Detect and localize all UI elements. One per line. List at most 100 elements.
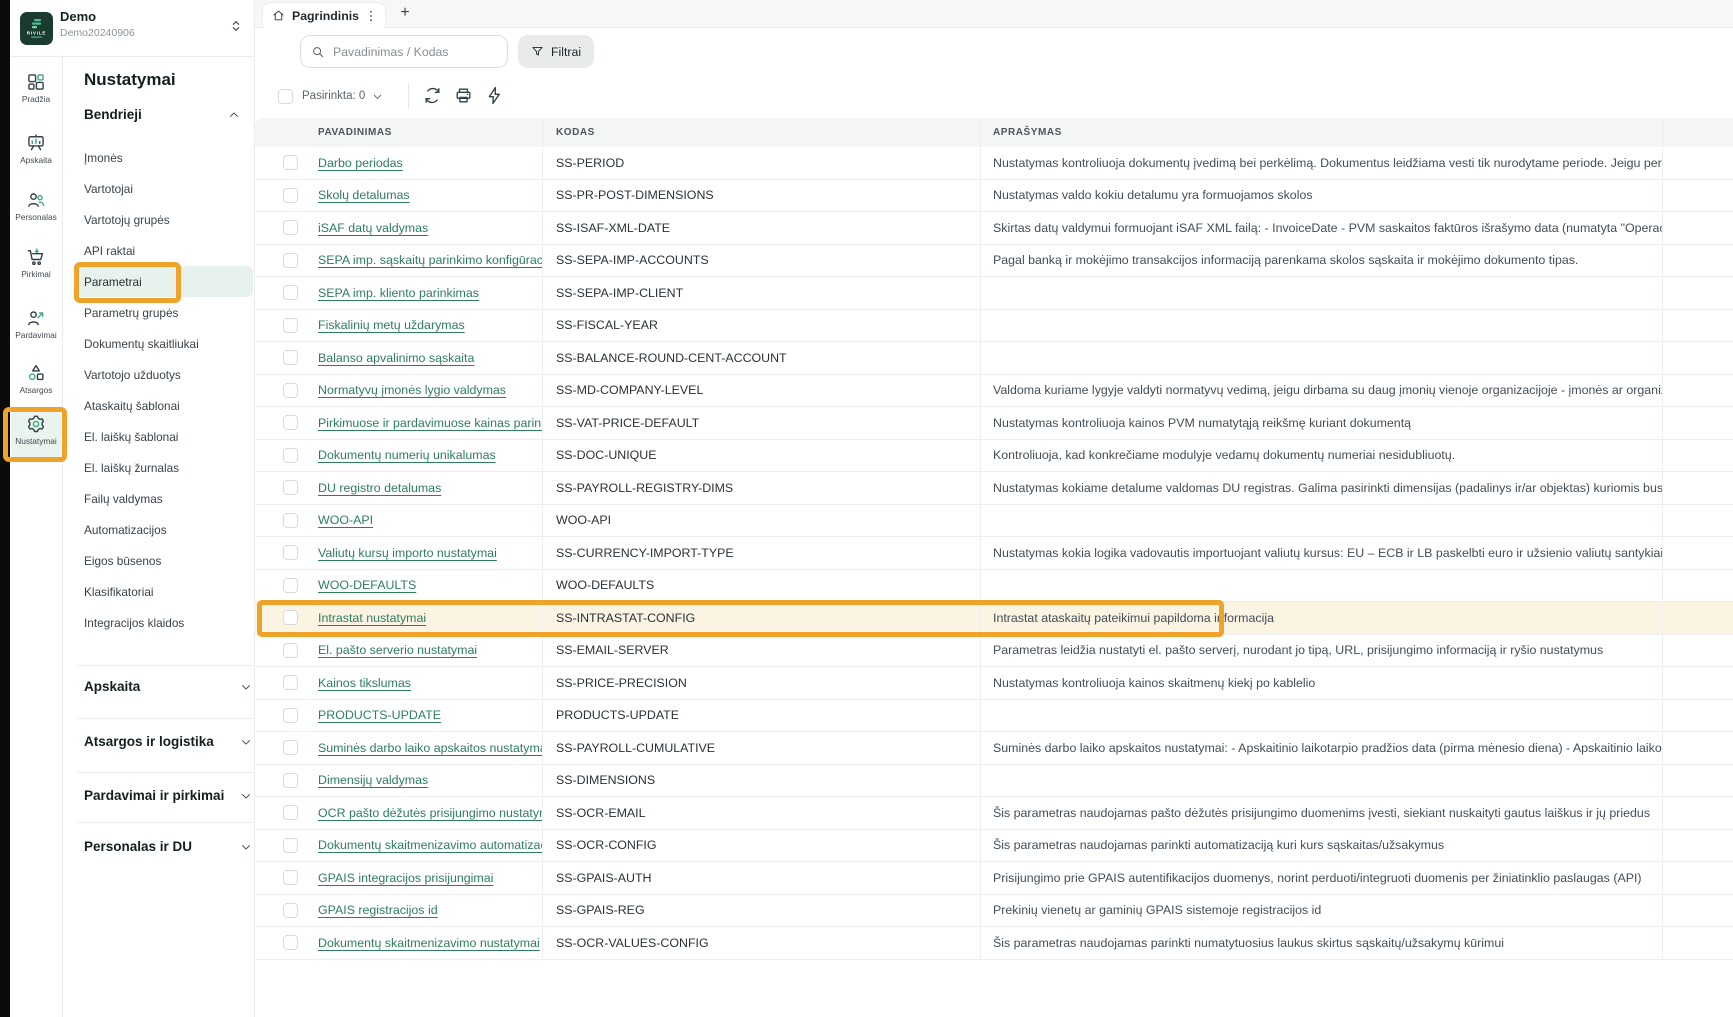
row-checkbox[interactable] — [283, 870, 298, 885]
search-input[interactable] — [333, 45, 497, 59]
sidebar-item-klasifikatoriai[interactable]: Klasifikatoriai — [77, 576, 253, 607]
row-checkbox[interactable] — [283, 220, 298, 235]
parameter-link[interactable]: Suminės darbo laiko apskaitos nustatymai — [318, 741, 542, 755]
sidebar-item-eigos-būsenos[interactable]: Eigos būsenos — [77, 545, 253, 576]
row-checkbox[interactable] — [283, 253, 298, 268]
sidebar-item-vartotojų-grupės[interactable]: Vartotojų grupės — [77, 204, 253, 235]
new-tab-button[interactable]: + — [397, 6, 413, 22]
refresh-button[interactable] — [423, 86, 442, 105]
rail-item-nustatymai[interactable]: Nustatymai — [11, 410, 61, 460]
sidebar-item-api-raktai[interactable]: API raktai — [77, 235, 253, 266]
selected-count-dropdown[interactable]: Pasirinkta: 0 — [302, 85, 384, 107]
row-checkbox[interactable] — [283, 643, 298, 658]
tab-pagrindinis[interactable]: Pagrindinis — [262, 2, 386, 28]
tab-menu-icon[interactable] — [366, 9, 376, 23]
parameter-link[interactable]: Normatyvų įmonės lygio valdymas — [318, 383, 506, 397]
parameter-link[interactable]: Skolų detalumas — [318, 188, 410, 202]
row-checkbox[interactable] — [283, 773, 298, 788]
parameter-link[interactable]: iSAF datų valdymas — [318, 221, 428, 235]
sidebar-section-apskaita[interactable]: Apskaita — [84, 679, 253, 694]
sidebar-item-el-laiškų-šablonai[interactable]: El. laiškų šablonai — [77, 421, 253, 452]
parameter-link[interactable]: PRODUCTS-UPDATE — [318, 708, 441, 722]
row-checkbox[interactable] — [283, 708, 298, 723]
parameter-link[interactable]: Intrastat nustatymai — [318, 611, 426, 625]
parameter-link[interactable]: Dimensijų valdymas — [318, 773, 428, 787]
parameter-link[interactable]: GPAIS registracijos id — [318, 903, 438, 917]
rail-item-atsargos[interactable]: Atsargos — [11, 359, 61, 395]
parameter-link[interactable]: Darbo periodas — [318, 156, 403, 170]
row-checkbox[interactable] — [283, 740, 298, 755]
parameter-link[interactable]: Dokumentų skaitmenizavimo automatizacija — [318, 838, 542, 852]
parameter-link[interactable]: WOO-DEFAULTS — [318, 578, 416, 592]
row-checkbox[interactable] — [283, 350, 298, 365]
parameter-link[interactable]: WOO-API — [318, 513, 373, 527]
row-description-cell: Skirtas datų valdymui formuojant iSAF XM… — [980, 212, 1662, 244]
row-checkbox[interactable] — [283, 675, 298, 690]
parameter-link[interactable]: Valiutų kursų importo nustatymai — [318, 546, 497, 560]
row-checkbox[interactable] — [283, 415, 298, 430]
row-checkbox[interactable] — [283, 318, 298, 333]
sidebar-item-integracijos-klaidos[interactable]: Integracijos klaidos — [77, 607, 253, 638]
row-checkbox[interactable] — [283, 513, 298, 528]
parameter-link[interactable]: DU registro detalumas — [318, 481, 441, 495]
sidebar-item-vartotojai[interactable]: Vartotojai — [77, 173, 253, 204]
row-checkbox[interactable] — [283, 480, 298, 495]
print-button[interactable] — [454, 86, 473, 105]
row-checkbox[interactable] — [283, 805, 298, 820]
shapes-icon — [26, 363, 46, 383]
parameter-link[interactable]: SEPA imp. kliento parinkimas — [318, 286, 479, 300]
select-all-checkbox[interactable] — [278, 89, 293, 104]
parameter-link[interactable]: OCR pašto dėžutės prisijungimo nustatyma… — [318, 806, 542, 820]
row-checkbox[interactable] — [283, 448, 298, 463]
sidebar-group-bendrieji[interactable]: Bendrieji — [84, 107, 241, 122]
row-checkbox[interactable] — [283, 155, 298, 170]
parameter-link[interactable]: Dokumentų numerių unikalumas — [318, 448, 496, 462]
row-empty-cell — [1662, 570, 1733, 602]
row-checkbox[interactable] — [283, 935, 298, 950]
row-checkbox[interactable] — [283, 903, 298, 918]
row-checkbox[interactable] — [283, 285, 298, 300]
automation-button[interactable] — [485, 86, 504, 105]
row-name-cell: Kainos tikslumas — [310, 667, 542, 699]
row-checkbox-cell — [255, 505, 310, 537]
filter-button[interactable]: Filtrai — [518, 35, 594, 68]
parameter-link[interactable]: Pirkimuose ir pardavimuose kainas parink… — [318, 416, 542, 430]
sidebar-section-pardavimai-ir-pirkimai[interactable]: Pardavimai ir pirkimai — [84, 788, 253, 803]
workspace-switcher-icon[interactable] — [228, 18, 244, 34]
sidebar-section-personalas-ir-du[interactable]: Personalas ir DU — [84, 839, 253, 854]
row-checkbox[interactable] — [283, 578, 298, 593]
row-checkbox[interactable] — [283, 545, 298, 560]
sidebar-item-įmonės[interactable]: Įmonės — [77, 142, 253, 173]
sidebar-item-dokumentų-skaitliukai[interactable]: Dokumentų skaitliukai — [77, 328, 253, 359]
row-checkbox[interactable] — [283, 838, 298, 853]
parameter-link[interactable]: Balanso apvalinimo sąskaita — [318, 351, 474, 365]
parameter-link[interactable]: Kainos tikslumas — [318, 676, 411, 690]
sidebar-item-el-laiškų-žurnalas[interactable]: El. laiškų žurnalas — [77, 452, 253, 483]
parameter-link[interactable]: SEPA imp. sąskaitų parinkimo konfigūraci… — [318, 253, 542, 267]
parameter-link[interactable]: GPAIS integracijos prisijungimai — [318, 871, 493, 885]
rail-item-pirkimai[interactable]: Pirkimai — [11, 243, 61, 279]
parameter-link[interactable]: El. pašto serverio nustatymai — [318, 643, 477, 657]
chevron-up-icon — [227, 108, 241, 122]
rail-item-pradzia[interactable]: Pradžia — [11, 68, 61, 104]
row-description-cell — [980, 505, 1662, 537]
table-row: Dimensijų valdymasSS-DIMENSIONS — [255, 765, 1733, 798]
sidebar-item-ataskaitų-šablonai[interactable]: Ataskaitų šablonai — [77, 390, 253, 421]
row-checkbox[interactable] — [283, 610, 298, 625]
row-checkbox[interactable] — [283, 188, 298, 203]
sidebar-item-failų-valdymas[interactable]: Failų valdymas — [77, 483, 253, 514]
rail-item-personalas[interactable]: Personalas — [11, 186, 61, 222]
row-checkbox-cell — [255, 667, 310, 699]
rail-item-pardavimai[interactable]: Pardavimai — [11, 304, 61, 340]
sidebar-item-vartotojo-užduotys[interactable]: Vartotojo užduotys — [77, 359, 253, 390]
sidebar-item-parametrai[interactable]: Parametrai — [77, 266, 253, 297]
sidebar-item-automatizacijos[interactable]: Automatizacijos — [77, 514, 253, 545]
rail-item-apskaita[interactable]: Apskaita — [11, 129, 61, 165]
parameter-link[interactable]: Fiskalinių metų uždarymas — [318, 318, 465, 332]
header-kodas: KODAS — [542, 118, 980, 147]
sidebar-section-atsargos-ir-logistika[interactable]: Atsargos ir logistika — [84, 734, 253, 749]
row-checkbox[interactable] — [283, 383, 298, 398]
table-row: Kainos tikslumasSS-PRICE-PRECISIONNustat… — [255, 667, 1733, 700]
parameter-link[interactable]: Dokumentų skaitmenizavimo nustatymai — [318, 936, 540, 950]
sidebar-item-parametrų-grupės[interactable]: Parametrų grupės — [77, 297, 253, 328]
